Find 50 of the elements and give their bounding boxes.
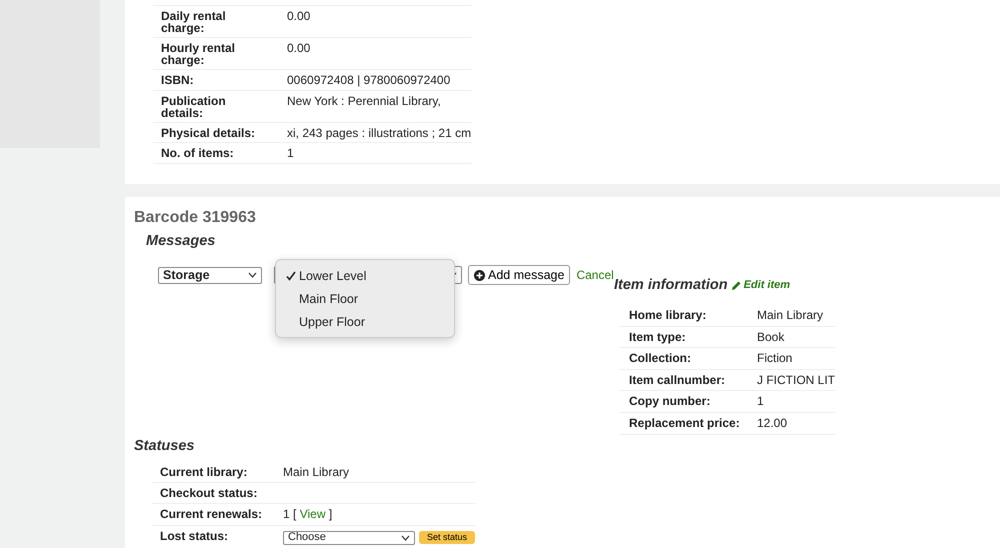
info-label: Item type:: [629, 330, 686, 344]
cancel-link[interactable]: Cancel: [576, 268, 614, 282]
detail-value: xi, 243 pages : illustrations ; 21 cm: [287, 126, 472, 140]
detail-value: 1: [287, 146, 294, 160]
info-label: Copy number:: [629, 394, 710, 408]
caret-icon: [248, 272, 257, 278]
pencil-icon: [732, 280, 741, 290]
info-value: Main Library: [757, 308, 824, 322]
detail-label: Hourly rental charge:: [161, 41, 236, 67]
detail-label: Physical details:: [161, 126, 256, 140]
detail-label: Publication details:: [161, 94, 226, 120]
message-type-select[interactable]: Storage: [158, 266, 262, 284]
add-message-button[interactable]: Add message: [468, 265, 570, 285]
info-label: Home library:: [629, 308, 706, 322]
detail-value: 0.00: [287, 41, 310, 55]
info-value: 1: [757, 394, 764, 408]
detail-value: New York : Perennial Library,: [287, 94, 441, 108]
statuses-heading: Statuses: [134, 438, 196, 454]
status-label: Current library:: [160, 464, 248, 479]
status-label: Checkout status:: [160, 486, 258, 500]
detail-label: No. of items:: [161, 146, 234, 160]
info-label: Item callnumber:: [629, 372, 726, 387]
status-value: Main Library: [283, 464, 350, 479]
info-value: 12.00: [757, 416, 788, 430]
info-label: Replacement price:: [629, 416, 740, 430]
info-label: Collection:: [629, 351, 691, 366]
detail-value: 0.00: [287, 9, 310, 23]
status-label: Lost status:: [160, 528, 228, 543]
dropdown-option[interactable]: Upper Floor: [276, 310, 454, 333]
info-value: Book: [757, 330, 784, 344]
status-label: Current renewals:: [160, 507, 262, 522]
caret-icon: [401, 534, 410, 541]
bracket-text: ]: [328, 507, 332, 522]
item-information-heading: Item information: [614, 277, 728, 293]
messages-heading: Messages: [146, 233, 216, 249]
info-value: J FICTION LIT: [757, 372, 835, 387]
detail-label: Daily rental charge:: [161, 9, 226, 35]
detail-label: ISBN:: [161, 73, 194, 87]
edit-item-link[interactable]: Edit item: [732, 279, 790, 291]
detail-value: 0060972408 | 9780060972400: [287, 73, 450, 87]
dropdown-option[interactable]: Main Floor: [276, 287, 454, 310]
plus-icon: [474, 270, 485, 280]
barcode-heading: Barcode 319963: [134, 209, 257, 227]
info-value: Fiction: [757, 351, 792, 366]
set-status-button[interactable]: Set status: [419, 530, 476, 544]
dropdown-option[interactable]: Lower Level: [276, 264, 454, 287]
bracket-text: [: [293, 507, 296, 522]
status-value: 1: [283, 507, 290, 522]
lost-status-select[interactable]: Choose: [283, 530, 415, 545]
view-link[interactable]: View: [300, 507, 326, 522]
